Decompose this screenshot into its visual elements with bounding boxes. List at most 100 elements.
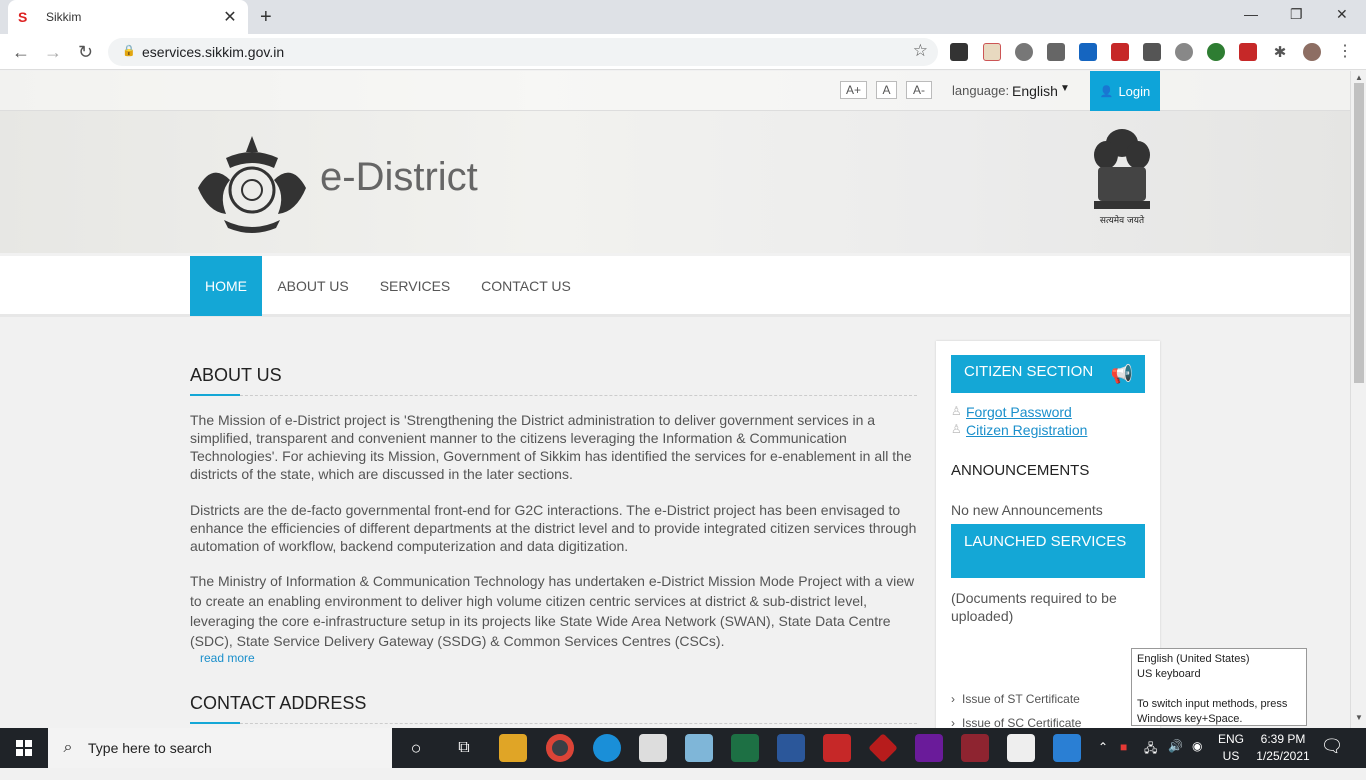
service-st-certificate-link[interactable]: Issue of ST Certificate (962, 692, 1080, 706)
chrome-icon[interactable] (546, 734, 574, 762)
login-button[interactable]: 👤 Login (1090, 71, 1160, 111)
antivirus-tray-icon[interactable]: ■ (1120, 740, 1127, 780)
about-us-heading: ABOUT US (190, 365, 282, 385)
section-divider (190, 723, 917, 724)
globe-tray-icon[interactable]: ◉ (1192, 739, 1202, 779)
browser-toolbar: ← → ↻ 🔒 eservices.sikkim.gov.in ☆ ✱ ⋮ (0, 34, 1366, 70)
puzzle-extensions-icon[interactable]: ✱ (1271, 43, 1289, 61)
web-page: A+ A A- language: English ▼ 👤 Login e-Di… (0, 71, 1350, 728)
archive-app-icon[interactable] (961, 734, 989, 762)
nav-contact-us[interactable]: CONTACT US (474, 256, 578, 316)
main-nav: HOME ABOUT US SERVICES CONTACT US (0, 256, 1350, 317)
word-icon[interactable] (777, 734, 805, 762)
login-label: Login (1118, 83, 1151, 99)
excel-icon[interactable] (731, 734, 759, 762)
nav-home[interactable]: HOME (190, 256, 262, 316)
profile-avatar[interactable] (1303, 43, 1321, 61)
national-emblem-logo: सत्यमेव जयते (1094, 129, 1150, 226)
sikkim-emblem-logo (198, 136, 306, 233)
about-paragraph-2: Districts are the de-facto governmental … (190, 502, 917, 554)
citizen-section-header: CITIZEN SECTION 📢 (951, 355, 1145, 393)
reload-icon[interactable]: ↻ (78, 42, 93, 63)
skype-extension-icon[interactable] (1175, 43, 1193, 61)
file-explorer-icon[interactable] (499, 734, 527, 762)
vehicle-extension-icon[interactable] (1111, 43, 1129, 61)
edge-icon[interactable] (593, 734, 621, 762)
about-paragraph-1: The Mission of e-District project is 'St… (190, 412, 912, 482)
cortana-icon[interactable]: ○ (402, 734, 430, 762)
taskbar-search[interactable]: ⌕ Type here to search (48, 728, 392, 768)
section-accent-bar (190, 722, 240, 724)
language-select[interactable]: English (1012, 83, 1058, 99)
caret-down-icon[interactable]: ▼ (1060, 83, 1070, 94)
calendar-extension-icon[interactable] (983, 43, 1001, 61)
maximize-button[interactable]: ❐ (1290, 6, 1303, 23)
font-decrease-button[interactable]: A- (906, 81, 932, 99)
about-paragraph-3: The Ministry of Information & Communicat… (190, 573, 915, 649)
font-increase-button[interactable]: A+ (840, 81, 867, 99)
notes-app-icon[interactable] (685, 734, 713, 762)
tooltip-keyboard: US keyboard (1137, 668, 1201, 680)
drive-extension-icon[interactable] (1207, 43, 1225, 61)
forgot-password-link[interactable]: Forgot Password (966, 404, 1072, 420)
presentation-extension-icon[interactable] (1079, 43, 1097, 61)
chevron-right-icon: › (951, 692, 955, 706)
read-more-link[interactable]: read more (200, 651, 255, 665)
chat-app-icon[interactable] (1007, 734, 1035, 762)
volume-tray-icon[interactable]: 🔊 (1168, 739, 1183, 779)
ime-language: ENG (1217, 732, 1244, 746)
input-language-indicator[interactable]: ENG US (1214, 731, 1248, 765)
section-accent-bar (190, 394, 240, 396)
page-scrollbar[interactable]: ▲ ▼ (1350, 71, 1366, 728)
minimize-button[interactable]: — (1244, 6, 1258, 22)
nav-about-us[interactable]: ABOUT US (270, 256, 356, 316)
nav-services[interactable]: SERVICES (372, 256, 458, 316)
documents-note: (Documents required to be uploaded) (951, 590, 1117, 624)
site-brand-title: e-District (320, 155, 478, 199)
citizen-registration-link[interactable]: Citizen Registration (966, 422, 1087, 438)
browser-menu-icon[interactable]: ⋮ (1336, 43, 1354, 61)
scroll-down-icon[interactable]: ▼ (1355, 713, 1363, 722)
tooltip-hint: To switch input methods, press Windows k… (1137, 698, 1288, 725)
user-outline-icon: ♙ (951, 422, 962, 436)
windows-taskbar: ⌕ Type here to search ○ ⧉ ⌃ ■ 🖧 🔊 ◉ ENG … (0, 728, 1366, 768)
user-outline-icon: ♙ (951, 404, 962, 418)
address-bar[interactable]: 🔒 eservices.sikkim.gov.in ☆ (108, 38, 938, 66)
media-app-icon[interactable] (915, 734, 943, 762)
url-text[interactable]: eservices.sikkim.gov.in (142, 44, 284, 60)
taskbar-clock[interactable]: 6:39 PM 1/25/2021 (1248, 731, 1318, 765)
pdf-extension-icon[interactable] (1239, 43, 1257, 61)
photos-app-icon[interactable] (1053, 734, 1081, 762)
announcements-heading: ANNOUNCEMENTS (951, 462, 1090, 479)
keyboard-extension-icon[interactable] (950, 43, 968, 61)
section-divider (190, 395, 917, 396)
contact-address-heading: CONTACT ADDRESS (190, 693, 367, 713)
ime-layout: US (1222, 749, 1240, 763)
start-button[interactable] (0, 728, 48, 768)
anydesk-icon[interactable] (868, 733, 898, 763)
new-tab-button[interactable]: + (260, 6, 272, 29)
snipping-tool-icon[interactable] (639, 734, 667, 762)
font-normal-button[interactable]: A (876, 81, 897, 99)
tab-close-button[interactable]: ✕ (222, 7, 238, 27)
service-sc-certificate-link[interactable]: Issue of SC Certificate (962, 716, 1081, 728)
screen-extension-icon[interactable] (1047, 43, 1065, 61)
sikkim-favicon-icon: S (18, 9, 28, 25)
settings-extension-icon[interactable] (1015, 43, 1033, 61)
tray-expand-icon[interactable]: ⌃ (1098, 740, 1108, 780)
scrollbar-thumb[interactable] (1354, 83, 1364, 383)
utility-strip: A+ A A- language: English ▼ 👤 Login (0, 71, 1350, 111)
browser-tab[interactable]: S Sikkim ✕ (8, 0, 248, 34)
notification-center-icon[interactable]: 🗨 (1320, 736, 1344, 760)
network-tray-icon[interactable]: 🖧 (1144, 739, 1157, 779)
back-arrow-icon[interactable]: ← (12, 42, 30, 63)
scroll-up-icon[interactable]: ▲ (1355, 73, 1363, 82)
clock-date: 1/25/2021 (1256, 749, 1310, 763)
list-extension-icon[interactable] (1143, 43, 1161, 61)
forward-arrow-icon[interactable]: → (44, 42, 62, 63)
tooltip-language: English (United States) (1137, 653, 1250, 665)
window-close-button[interactable]: ✕ (1336, 6, 1348, 23)
bookmark-star-icon[interactable]: ☆ (913, 41, 928, 61)
acrobat-icon[interactable] (823, 734, 851, 762)
task-view-icon[interactable]: ⧉ (450, 734, 478, 762)
